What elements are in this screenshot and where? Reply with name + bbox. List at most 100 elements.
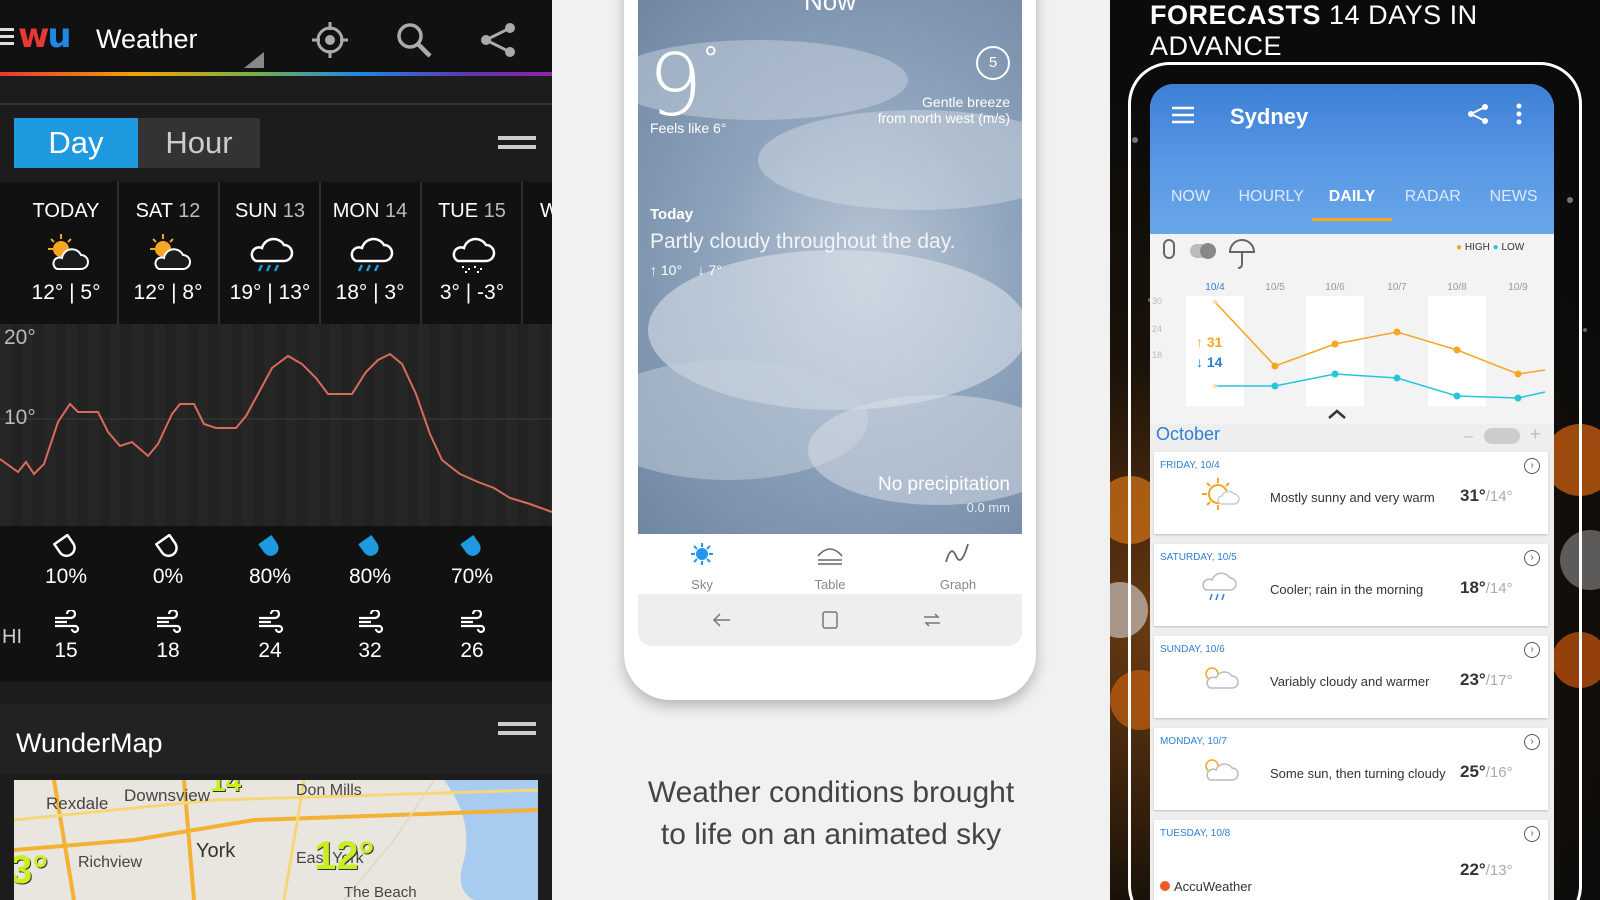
legend-low: LOW [1501,242,1525,253]
forecast-days: TODAY 12° | 5° SAT 12 12° | 8° SUN 13 19… [0,182,552,324]
accu-tabs: NOW HOURLY DAILY RADAR NEWS [1150,188,1554,221]
tab-label: Sky [691,577,713,592]
wundermap-map[interactable]: Rexdale Downsview Don Mills Richview Yor… [14,780,538,900]
day-hour-toggle: Day Hour [14,118,260,168]
high-temp-line [1214,301,1546,375]
daily-card[interactable]: SUNDAY, 10/6 Variably cloudy and warmer … [1154,636,1548,718]
share-icon[interactable] [478,20,518,60]
forecast-day[interactable]: SUN 13 19° | 13° [220,182,320,324]
today-label: Today [650,206,694,223]
precip-value: 80% [248,565,292,588]
tab-hourly[interactable]: HOURLY [1231,188,1312,221]
breeze-line-2: from north west (m/s) [877,110,1010,126]
card-low: /16° [1485,764,1513,781]
wind-value: 32 [358,639,382,662]
hamburger-icon[interactable] [1170,104,1196,126]
card-detail-icon[interactable]: › [1524,826,1540,842]
raindrop-outline-icon [154,533,178,558]
card-low: /14° [1485,580,1513,597]
color-stripe [0,72,552,76]
thermometer-icon[interactable] [1163,239,1175,259]
search-icon[interactable] [394,20,434,60]
precipitation-amount: 0.0 mm [966,500,1010,515]
caption-line-1: Weather conditions brought [647,776,1015,809]
day-tab[interactable]: Day [14,118,138,168]
forecast-day[interactable]: MON 14 18° | 3° [320,182,420,324]
tab-sky[interactable]: Sky [638,534,766,594]
chart-date-label: 10/4 [1205,282,1225,293]
wind-value: 18 [156,639,180,662]
more-vert-icon[interactable] [1514,102,1524,126]
accuweather-logo-icon [1160,881,1170,891]
daily-card[interactable]: SATURDAY, 10/5 Cooler; rain in the morni… [1154,544,1548,626]
tab-graph[interactable]: Graph [894,534,1022,594]
daily-card[interactable]: FRIDAY, 10/4 Mostly sunny and very warm … [1154,452,1548,534]
zoom-toggle[interactable] [1484,428,1520,444]
chart-svg: 10/4 10/5 10/6 10/7 10/8 10/9 30 24 18 [1152,239,1546,406]
card-temps: 22°/13° [1460,860,1513,880]
wind-description: Gentle breeze from north west (m/s) [878,94,1010,126]
forecast-day[interactable]: TUE 15 3° | -3° [422,182,522,324]
card-temps: 25°/16° [1460,762,1513,782]
month-label: October [1156,424,1221,444]
city-name: Sydney [1230,104,1309,129]
card-detail-icon[interactable]: › [1524,550,1540,566]
wind-icon [157,608,182,634]
accu-app-bar: Sydney NOW HOURLY DAILY RADAR NEWS [1150,84,1554,234]
collapse-chevron-icon[interactable] [1326,408,1348,420]
tab-daily[interactable]: DAILY [1311,188,1393,221]
chart-date-label: 10/5 [1265,282,1285,293]
precip-value: 10% [44,565,88,588]
forecast-day[interactable]: SAT 12 12° | 8° [118,182,218,324]
dropdown-triangle-icon[interactable] [244,52,264,68]
raindrop-filled-icon [460,535,481,556]
map-label: The Beach [344,884,417,900]
legend-dot-low: ● [1492,242,1499,253]
locate-icon[interactable] [310,20,350,60]
rain-cloud-icon [350,237,394,272]
back-icon[interactable] [710,608,734,632]
day-temps: 3° | -3° [439,281,505,304]
wundermap-title: WunderMap [16,728,163,758]
share-icon[interactable] [1466,102,1490,126]
today-high: ↑ 10° [650,262,683,278]
sky-bottom-tabs: Sky Table Graph [638,534,1022,594]
forecast-menu-icon[interactable] [498,136,536,154]
umbrella-icon[interactable] [1228,239,1256,269]
day-number: 13 [282,200,306,222]
tab-news[interactable]: NEWS [1473,188,1554,221]
today-low: ↓ 7° [697,262,722,278]
selected-low: ↓ 14 [1196,354,1223,370]
rain-cloud-icon [250,237,294,272]
forecast-day[interactable]: TODAY 12° | 5° [16,182,116,324]
recents-icon[interactable] [920,608,944,632]
zoom-out-icon[interactable]: – [1464,428,1473,446]
tab-radar[interactable]: RADAR [1392,188,1473,221]
daily-card[interactable]: MONDAY, 10/7 Some sun, then turning clou… [1154,728,1548,810]
map-temp: 12° [314,834,375,878]
wind-cell: 15 [16,608,116,663]
tab-now[interactable]: NOW [1150,188,1231,221]
table-icon [817,548,843,565]
wind-row: HI 15 18 24 32 26 [0,604,552,682]
snow-cloud-icon [452,237,496,273]
tab-label: Table [814,577,846,592]
low-temp-line-point [1514,394,1522,402]
hamburger-icon[interactable] [0,28,14,49]
card-detail-icon[interactable]: › [1524,642,1540,658]
system-nav-bar [638,594,1022,646]
tab-table[interactable]: Table [766,534,894,594]
card-detail-icon[interactable]: › [1524,458,1540,474]
home-icon[interactable] [818,608,842,632]
temperature-line [0,324,552,526]
map-label: York [196,840,236,862]
hour-tab[interactable]: Hour [138,118,260,168]
wundermap-menu-icon[interactable] [498,722,536,740]
card-detail-icon[interactable]: › [1524,734,1540,750]
zoom-in-icon[interactable]: + [1530,424,1541,445]
card-description: Cooler; rain in the morning [1270,582,1424,597]
map-label: Downsview [124,786,210,805]
wunderground-panel: wu Weather Day Hour TODAY 12° | 5° SAT 1… [0,0,552,900]
wind-icon [359,608,384,634]
precip-cell: 80% [220,534,320,589]
